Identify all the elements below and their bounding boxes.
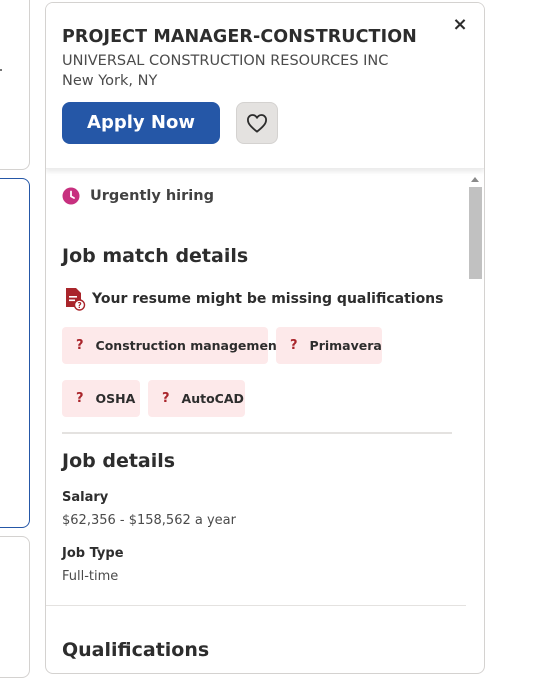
- salary-value: $62,356 - $158,562 a year: [62, 513, 236, 528]
- job-location: New York, NY: [62, 73, 158, 89]
- company-name[interactable]: UNIVERSAL CONSTRUCTION RESOURCES INC: [62, 53, 388, 69]
- question-mark-icon: ?: [162, 391, 170, 406]
- save-job-button[interactable]: [236, 102, 278, 144]
- card-mark: [0, 69, 2, 71]
- qualification-chip[interactable]: ? Primavera: [276, 327, 382, 364]
- close-icon[interactable]: ×: [450, 15, 470, 35]
- clock-icon: [62, 187, 80, 205]
- heart-icon: [247, 114, 268, 133]
- missing-qualifications-label: Your resume might be missing qualificati…: [92, 291, 444, 307]
- qualification-chip[interactable]: ? Construction management: [62, 327, 283, 364]
- section-divider: [62, 432, 452, 434]
- job-type-value: Full-time: [62, 569, 119, 584]
- qualification-chip[interactable]: ? AutoCAD: [148, 380, 245, 417]
- job-type-label: Job Type: [62, 546, 124, 561]
- job-detail-body[interactable]: Urgently hiring Job match details ? Your…: [46, 169, 466, 673]
- job-card-partial-3[interactable]: [0, 536, 30, 678]
- qualification-label: Primavera: [309, 338, 382, 353]
- question-mark-icon: ?: [290, 338, 298, 353]
- document-question-icon: ?: [66, 288, 86, 311]
- scrollbar[interactable]: [468, 173, 482, 673]
- section-divider: [46, 605, 466, 606]
- scroll-thumb[interactable]: [469, 187, 482, 279]
- job-detail-panel: × PROJECT MANAGER-CONSTRUCTION UNIVERSAL…: [45, 2, 485, 674]
- job-details-heading: Job details: [62, 450, 176, 472]
- qualification-chip[interactable]: ? OSHA: [62, 380, 140, 417]
- apply-now-button[interactable]: Apply Now: [62, 102, 220, 144]
- job-title: PROJECT MANAGER-CONSTRUCTION: [62, 27, 417, 47]
- job-card-partial-selected[interactable]: [0, 178, 30, 528]
- svg-text:?: ?: [77, 301, 81, 310]
- job-header: × PROJECT MANAGER-CONSTRUCTION UNIVERSAL…: [46, 3, 484, 169]
- job-card-partial-1[interactable]: [0, 0, 30, 170]
- qualification-label: Construction management: [95, 338, 283, 353]
- missing-qualifications-notice: ? Your resume might be missing qualifica…: [64, 287, 443, 311]
- salary-label: Salary: [62, 490, 109, 505]
- scroll-up-arrow-icon[interactable]: [471, 177, 479, 182]
- qualification-label: OSHA: [95, 391, 136, 406]
- question-mark-icon: ?: [76, 338, 84, 353]
- urgent-hiring-badge: Urgently hiring: [62, 187, 214, 205]
- qualification-label: AutoCAD: [181, 391, 244, 406]
- job-match-heading: Job match details: [62, 245, 249, 267]
- urgent-hiring-label: Urgently hiring: [90, 188, 214, 204]
- question-mark-icon: ?: [76, 391, 84, 406]
